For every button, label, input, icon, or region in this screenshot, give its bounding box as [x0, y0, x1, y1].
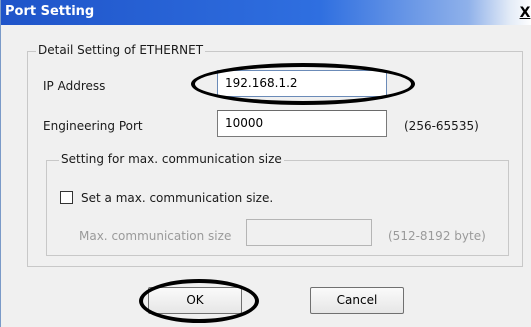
- max-size-label: Max. communication size: [79, 229, 232, 243]
- port-range-hint: (256-65535): [404, 119, 479, 133]
- communication-group-label: Setting for max. communication size: [59, 152, 284, 166]
- cancel-button[interactable]: Cancel: [310, 287, 404, 314]
- ip-address-field[interactable]: 192.168.1.2: [217, 70, 387, 97]
- engineering-port-field[interactable]: 10000: [217, 110, 387, 137]
- title-bar: Port Setting X: [1, 0, 531, 25]
- ip-address-label: IP Address: [43, 79, 106, 93]
- close-button[interactable]: X: [518, 5, 531, 21]
- engineering-port-label: Engineering Port: [43, 119, 143, 133]
- max-size-checkbox-label[interactable]: Set a max. communication size.: [81, 191, 273, 205]
- max-size-range-hint: (512-8192 byte): [388, 229, 486, 243]
- window-title: Port Setting: [5, 4, 95, 19]
- max-size-checkbox[interactable]: [60, 191, 73, 204]
- port-setting-dialog: Port Setting X Detail Setting of ETHERNE…: [0, 0, 531, 327]
- ethernet-group-label: Detail Setting of ETHERNET: [36, 43, 206, 57]
- ok-button[interactable]: OK: [148, 287, 242, 314]
- max-size-field[interactable]: [246, 219, 372, 246]
